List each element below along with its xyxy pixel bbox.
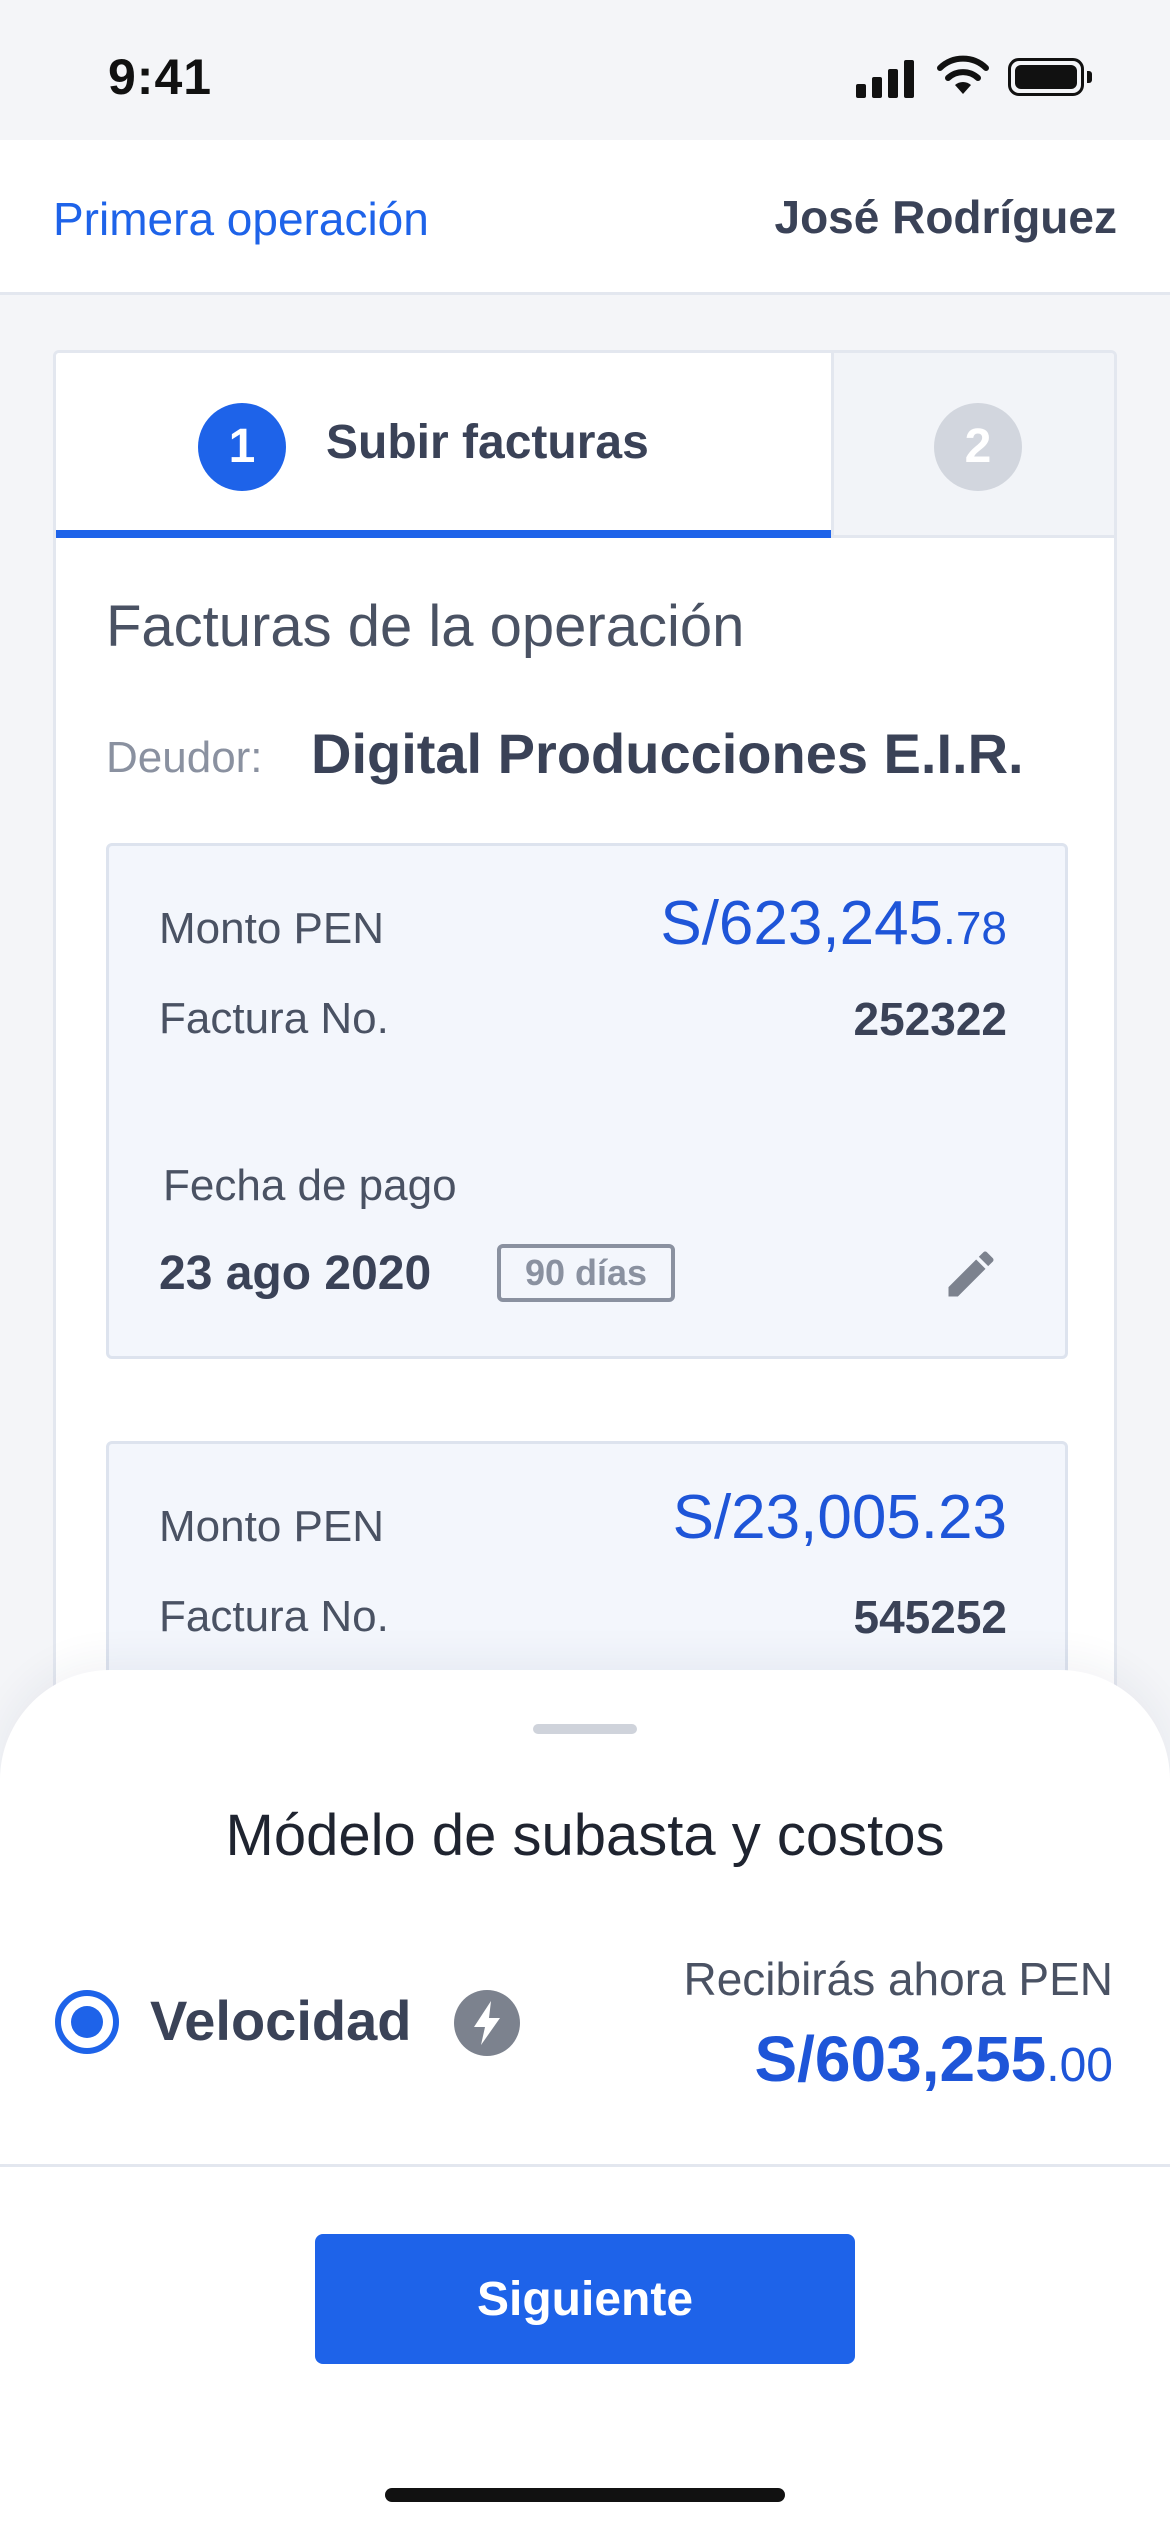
pencil-icon[interactable] [941, 1244, 1001, 1304]
lightning-bolt-icon[interactable] [454, 1990, 520, 2056]
status-bar: 9:41 [0, 0, 1170, 140]
amount-main: S/623,245 [660, 889, 944, 958]
app-header: Primera operación José Rodríguez [0, 140, 1170, 295]
step-1-label: Subir facturas [326, 416, 649, 469]
wifi-icon [937, 55, 989, 94]
primera-operacion-link[interactable]: Primera operación [53, 192, 429, 246]
amount-cents: .78 [943, 902, 1007, 954]
amount-label: Monto PEN [159, 1502, 384, 1551]
stepper: 1 Subir facturas 2 [56, 353, 1114, 538]
siguiente-button[interactable]: Siguiente [315, 2234, 855, 2364]
section-title: Facturas de la operación [106, 594, 745, 659]
step-1-tab[interactable]: 1 Subir facturas [56, 353, 831, 538]
battery-icon [1008, 58, 1092, 96]
sheet-title: Módelo de subasta y costos [225, 1803, 945, 1868]
home-indicator[interactable] [385, 2488, 785, 2502]
velocidad-radio[interactable] [55, 1990, 119, 2054]
auction-model-sheet: Módelo de subasta y costos Velocidad Rec… [0, 1670, 1170, 2532]
step-2-number: 2 [934, 403, 1022, 491]
days-badge: 90 días [497, 1244, 676, 1302]
user-name[interactable]: José Rodríguez [774, 190, 1117, 244]
invoice-amount: S/23,005.23 [673, 1482, 1007, 1553]
status-time: 9:41 [108, 49, 213, 105]
receive-label: Recibirás ahora PEN [683, 1953, 1113, 2005]
receive-main: S/603,255 [754, 2023, 1047, 2095]
invoice-number-label: Factura No. [159, 994, 389, 1043]
receive-cents: .00 [1046, 2039, 1113, 2092]
invoice-number: 252322 [853, 993, 1008, 1045]
payment-date: 23 ago 2020 [159, 1247, 432, 1300]
step-1-number: 1 [198, 403, 286, 491]
velocidad-label[interactable]: Velocidad [150, 1988, 411, 2053]
divider [0, 2164, 1170, 2167]
invoice-amount: S/623,245.78 [660, 888, 1007, 959]
amount-label: Monto PEN [159, 904, 384, 953]
payment-date-label: Fecha de pago [163, 1161, 457, 1210]
invoice-card[interactable]: Monto PEN S/623,245.78 Factura No. 25232… [106, 843, 1068, 1359]
debtor-name: Digital Producciones E.I.R. [311, 722, 1024, 785]
debtor-label: Deudor: [106, 733, 263, 782]
invoice-number-label: Factura No. [159, 1592, 389, 1641]
invoice-number: 545252 [853, 1591, 1008, 1643]
amount-main: S/23,005.23 [672, 1483, 1007, 1552]
sheet-drag-handle[interactable] [533, 1724, 637, 1734]
app-screen: 9:41 Primera operación José Rodríguez 1 … [0, 0, 1170, 2532]
cellular-signal-icon [856, 58, 914, 98]
step-2-tab[interactable]: 2 [831, 353, 1114, 538]
receive-amount: S/603,255.00 [754, 2022, 1113, 2096]
